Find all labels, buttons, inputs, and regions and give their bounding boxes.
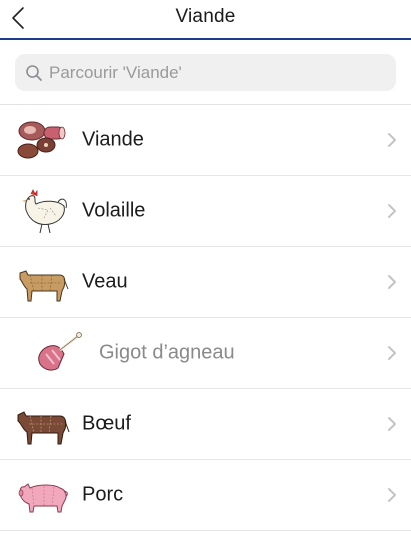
chevron-right-icon: [388, 417, 396, 431]
list-item-gigot-d-agneau[interactable]: Gigot d’agneau: [0, 318, 411, 389]
navigation-bar: Viande: [0, 0, 411, 40]
chevron-right-icon: [388, 133, 396, 147]
page-title: Viande: [175, 6, 236, 27]
search-bar[interactable]: [15, 54, 396, 91]
list-item-label: Porc: [82, 483, 124, 506]
chevron-right-icon: [388, 488, 396, 502]
list-item-label: Volaille: [82, 199, 146, 222]
list-item-label: Bœuf: [82, 412, 131, 435]
meat-cuts-icon: [17, 121, 66, 159]
cow-icon: [17, 411, 70, 445]
list-item-label: Gigot d’agneau: [99, 341, 235, 364]
search-icon: [26, 64, 42, 81]
list-item-boeuf[interactable]: Bœuf: [0, 389, 411, 460]
category-list: Viande Volaille Veau Gigot d’agneau Bœuf…: [0, 104, 411, 531]
list-item-volaille[interactable]: Volaille: [0, 176, 411, 247]
list-item-viande[interactable]: Viande: [0, 105, 411, 176]
list-item-label: Viande: [82, 128, 144, 151]
lamb-leg-icon: [38, 332, 82, 371]
list-item-veau[interactable]: Veau: [0, 247, 411, 318]
chicken-icon: [22, 189, 67, 234]
chevron-right-icon: [388, 275, 396, 289]
chevron-right-icon: [388, 204, 396, 218]
list-item-label: Veau: [82, 270, 128, 293]
pig-icon: [18, 483, 68, 513]
list-item-porc[interactable]: Porc: [0, 460, 411, 531]
calf-icon: [19, 270, 69, 302]
search-input[interactable]: [49, 62, 379, 83]
chevron-right-icon: [388, 346, 396, 360]
